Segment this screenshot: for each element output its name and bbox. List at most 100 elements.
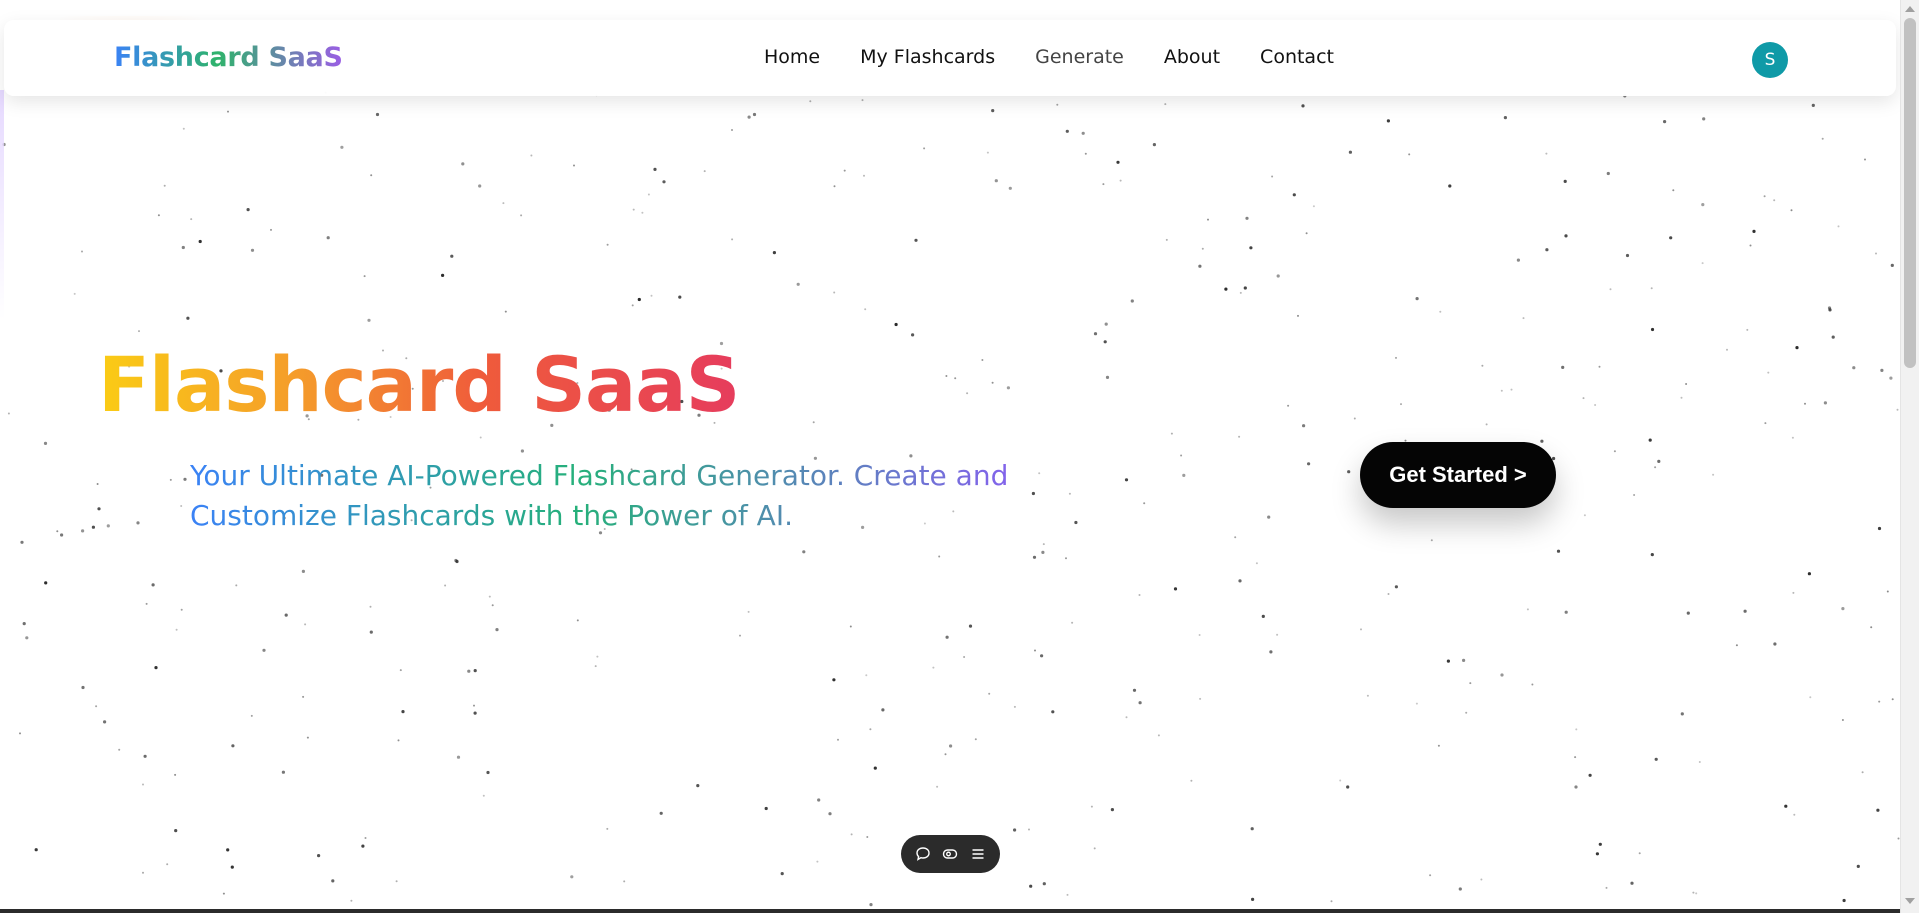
star-dot [1066,893,1069,896]
nav-link-about[interactable]: About [1164,46,1220,68]
star-dot [1408,153,1411,156]
star-dot [138,330,140,333]
star-dot [1360,628,1362,631]
star-dot [988,692,991,695]
star-dot [1582,397,1585,400]
scroll-down-arrow-icon[interactable] [1905,898,1915,904]
star-dot [1173,587,1178,591]
star-dot [703,170,706,173]
brand-logo[interactable]: Flashcard SaaS [114,42,343,73]
star-dot [647,193,650,196]
star-dot [1305,232,1308,235]
star-dot [441,273,445,277]
star-dot [747,115,751,119]
star-dot [450,254,454,258]
star-dot [262,648,266,652]
nav-link-contact[interactable]: Contact [1260,46,1334,68]
star-dot [22,622,26,626]
star-dot [284,613,288,617]
eye-icon[interactable] [939,843,961,865]
star-dot [1852,366,1856,370]
star-dot [659,811,663,815]
star-dot [1790,209,1793,212]
star-dot [932,666,935,669]
star-dot [1040,654,1044,658]
star-dot [869,903,873,907]
star-dot [573,164,575,167]
chat-icon[interactable] [912,843,934,865]
star-dot [1870,626,1873,629]
star-dot [1890,263,1894,267]
star-dot [606,827,609,830]
star-dot [1701,203,1705,207]
star-dot [364,837,367,839]
star-dot [1702,117,1706,121]
top-navbar: Flashcard SaaS Home My Flashcards Genera… [4,20,1896,96]
star-dot [1132,688,1137,692]
star-dot [1143,502,1146,505]
nav-link-home[interactable]: Home [764,46,820,68]
star-dot [1563,179,1567,183]
star-dot [1896,408,1899,411]
star-dot [1685,383,1688,385]
star-dot [850,833,853,836]
star-dot [1255,562,1258,565]
star-dot [1164,103,1167,106]
star-dot [1042,882,1046,886]
star-dot [73,292,76,295]
star-dot [637,297,641,302]
star-dot [994,179,998,183]
user-avatar[interactable]: S [1752,42,1788,78]
star-dot [861,99,864,102]
star-dot [731,129,733,131]
star-dot [954,377,957,380]
menu-icon[interactable] [967,843,989,865]
nav-link-generate[interactable]: Generate [1035,46,1124,68]
star-dot [945,635,949,639]
star-dot [1773,199,1776,202]
star-dot [1889,376,1893,380]
star-dot [369,605,372,608]
star-dot [1588,773,1592,777]
scroll-thumb[interactable] [1904,18,1916,368]
scroll-up-arrow-icon[interactable] [1905,6,1915,12]
star-dot [696,784,700,788]
star-dot [1821,137,1824,140]
star-dot [34,848,38,852]
star-dot [1583,514,1586,517]
star-dot [974,738,977,741]
star-dot [1669,236,1673,240]
star-dot [81,250,83,253]
star-dot [361,844,365,848]
nav-links: Home My Flashcards Generate About Contac… [764,46,1374,68]
star-dot [1034,649,1036,652]
star-dot [1864,158,1866,161]
get-started-button[interactable]: Get Started > [1360,442,1556,508]
star-dot [1312,205,1315,208]
star-dot [873,766,877,770]
nav-link-my-flashcards[interactable]: My Flashcards [860,46,995,68]
vertical-scrollbar[interactable] [1900,0,1919,913]
star-dot [936,785,939,788]
star-dot [106,524,110,528]
landing-page: Flashcard SaaS Home My Flashcards Genera… [0,0,1900,909]
star-dot [399,669,402,672]
star-dot [1347,470,1351,474]
star-dot [632,208,635,211]
star-dot [1598,365,1601,368]
star-dot [1503,116,1507,120]
star-dot [486,770,490,775]
star-dot [43,441,48,445]
star-dot [1804,402,1806,405]
star-dot [56,530,59,533]
star-dot [1028,828,1030,831]
star-dot [306,736,309,739]
star-dot [20,540,24,544]
star-dot [981,359,984,361]
star-dot [1201,247,1204,250]
star-dot [1878,700,1881,703]
star-dot [1594,404,1597,406]
star-dot [1395,356,1397,359]
star-dot [1276,274,1280,278]
star-dot [1458,887,1462,891]
